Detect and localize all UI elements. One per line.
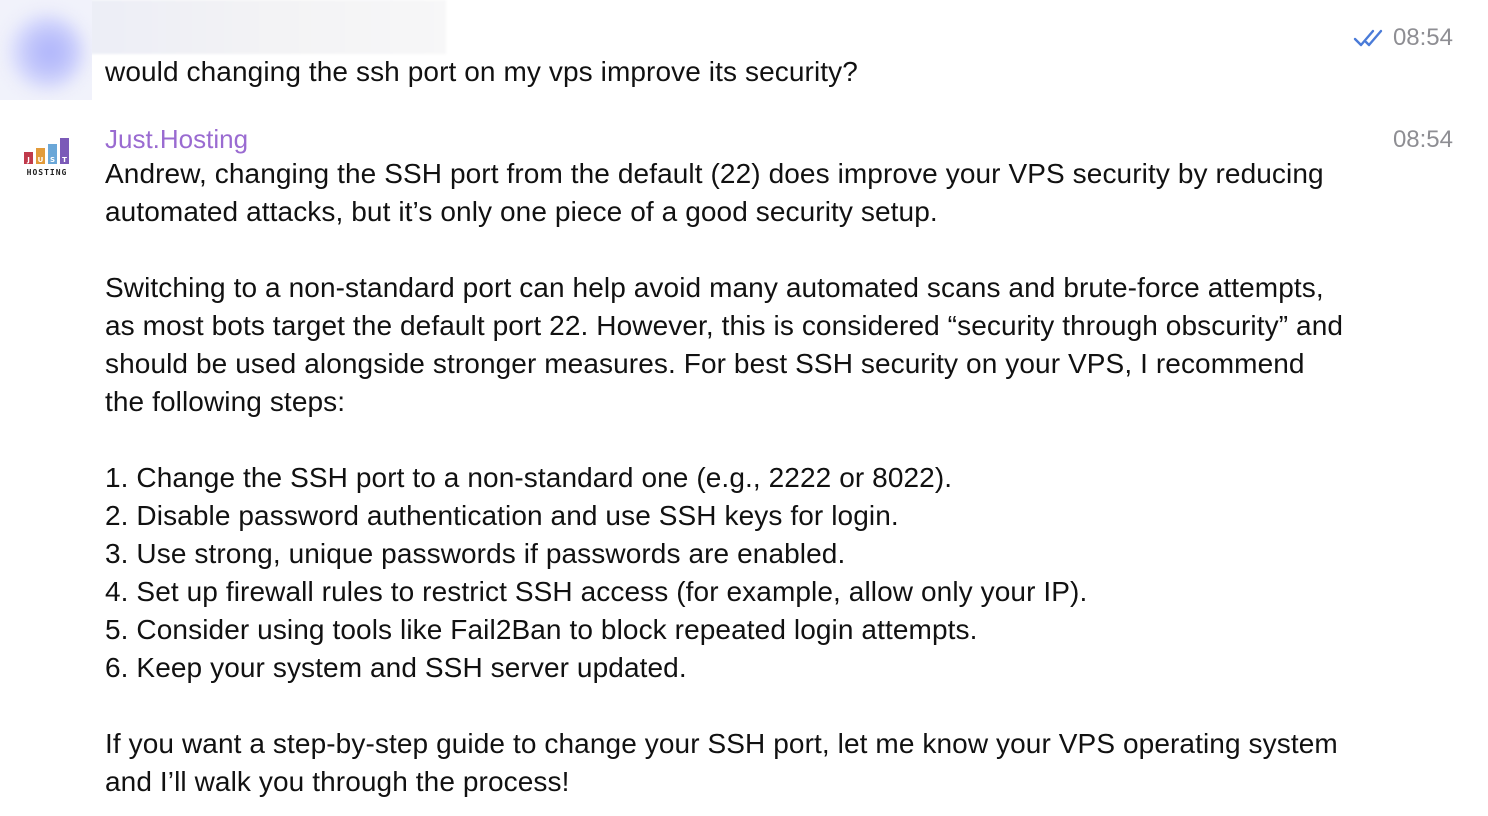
logo-letter-t: T — [62, 156, 67, 164]
bot-sender-name[interactable]: Just.Hosting — [105, 124, 248, 155]
user-avatar[interactable] — [0, 0, 92, 100]
user-message-meta: 08:54 — [1353, 24, 1453, 52]
bot-message-text: Andrew, changing the SSH port from the d… — [105, 158, 1344, 797]
double-check-icon — [1353, 29, 1383, 47]
logo-letter-u: U — [38, 156, 44, 164]
chat-view: 08:54 would changing the ssh port on my … — [0, 0, 1488, 816]
user-message-time: 08:54 — [1392, 24, 1453, 51]
bot-message-time: 08:54 — [1392, 126, 1453, 153]
logo-letter-s: S — [50, 156, 55, 164]
just-hosting-logo-avatar[interactable]: J U S T HOSTING — [20, 136, 76, 178]
user-message-text: would changing the ssh port on my vps im… — [105, 56, 858, 87]
logo-subtext: HOSTING — [27, 168, 68, 177]
logo-letter-j: J — [26, 156, 30, 164]
